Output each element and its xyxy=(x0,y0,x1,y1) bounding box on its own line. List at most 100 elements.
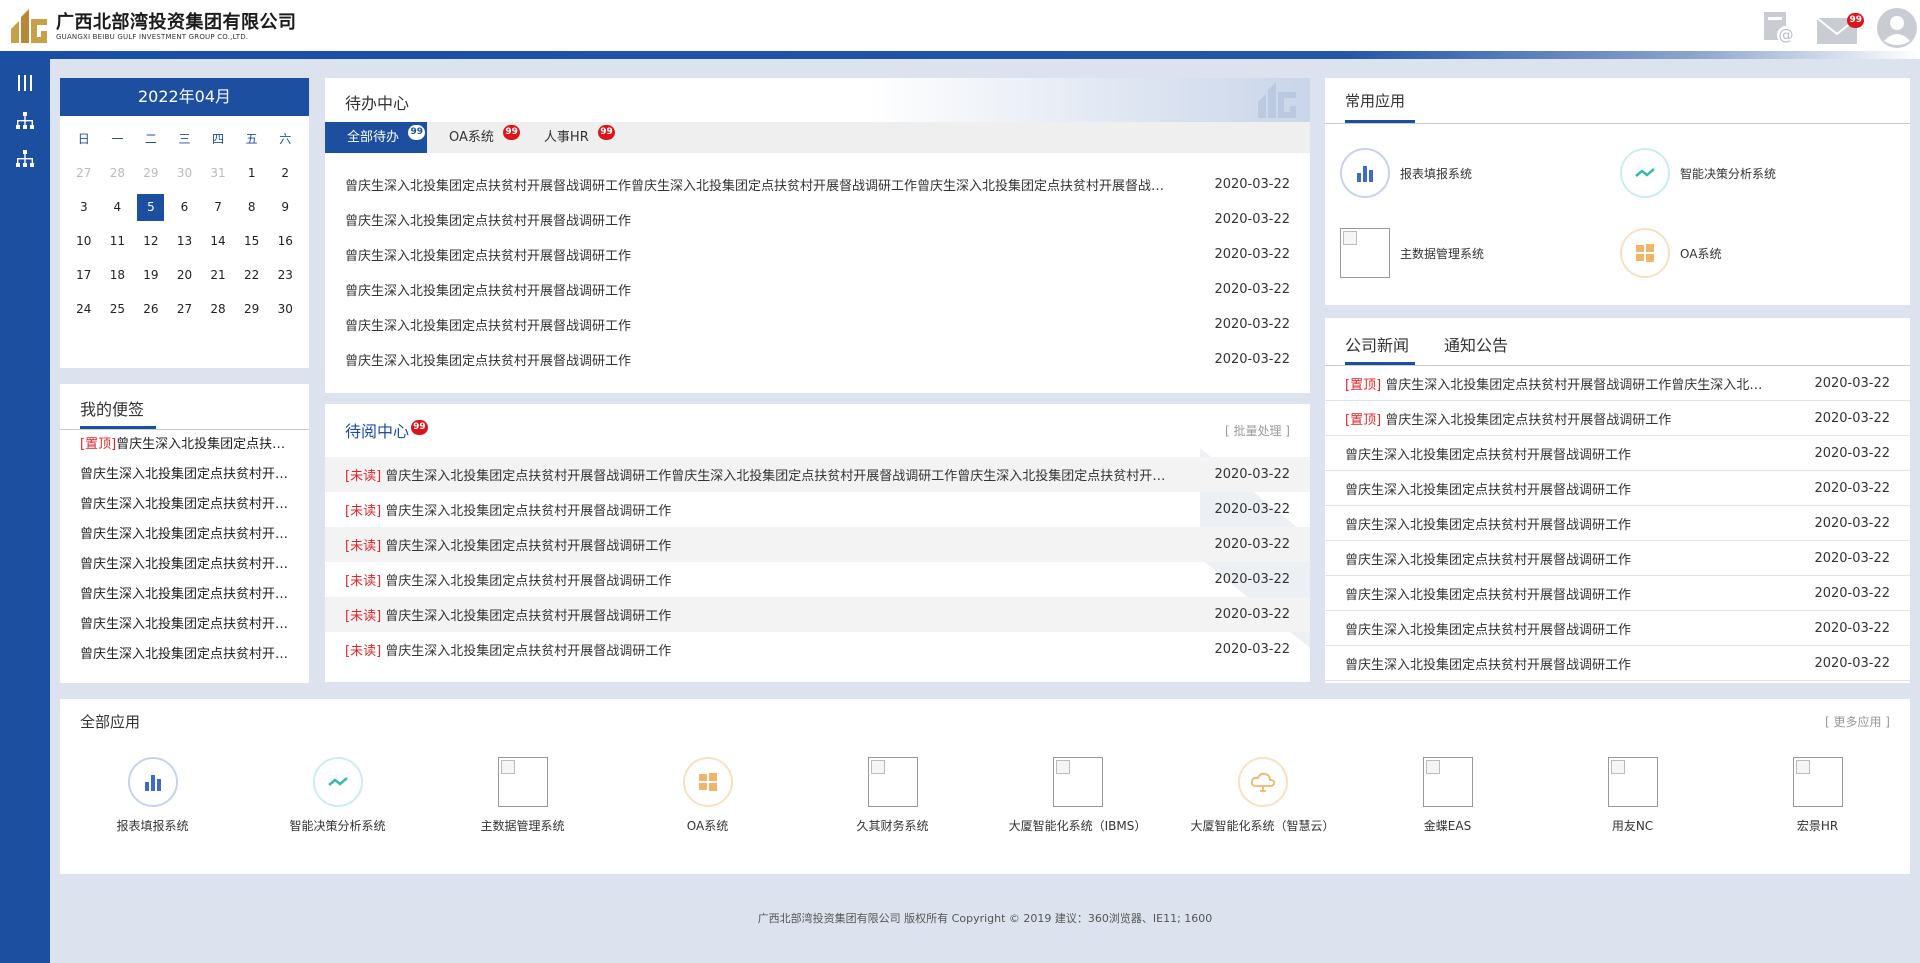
news-row[interactable]: [置顶] 曾庆生深入北投集团定点扶贫村开展督战调研工作曾庆生深入北投集团定点扶贫… xyxy=(1325,366,1910,401)
news-row[interactable]: 曾庆生深入北投集团定点扶贫村开展督战调研工作 2020-03-22 xyxy=(1325,576,1910,611)
note-item[interactable]: [置顶]曾庆生深入北投集团定点扶贫村开展督战调研工作 xyxy=(60,430,309,460)
todo-tab[interactable]: OA系统 99 xyxy=(427,122,522,153)
org-chart-icon[interactable] xyxy=(13,109,37,133)
calendar-day[interactable]: 27 xyxy=(168,292,202,326)
news-tab[interactable]: 公司新闻 xyxy=(1345,332,1409,356)
toread-row[interactable]: [未读] 曾庆生深入北投集团定点扶贫村开展督战调研工作 2020-03-22 xyxy=(325,562,1310,597)
email-at-icon: @ xyxy=(1764,12,1795,44)
app-item[interactable]: 久其财务系统 xyxy=(800,757,985,834)
weekday-label: 日 xyxy=(77,132,90,146)
common-app-item[interactable]: 报表填报系统 xyxy=(1340,148,1620,198)
toread-row[interactable]: [未读] 曾庆生深入北投集团定点扶贫村开展督战调研工作曾庆生深入北投集团定点扶贫… xyxy=(325,457,1310,492)
user-avatar-button[interactable] xyxy=(1876,7,1918,53)
broken-image-icon xyxy=(430,757,615,807)
note-item[interactable]: 曾庆生深入北投集团定点扶贫村开展督战调研工作 xyxy=(60,610,309,640)
calendar-day[interactable]: 12 xyxy=(134,224,168,258)
mail-button[interactable]: 99 xyxy=(1816,10,1864,50)
calendar-day[interactable]: 1 xyxy=(235,156,269,190)
calendar-day[interactable]: 9 xyxy=(268,190,302,224)
app-item[interactable]: 金蝶EAS xyxy=(1355,757,1540,834)
app-item[interactable]: 大厦智能化系统（智慧云） xyxy=(1170,757,1355,834)
news-row[interactable]: 曾庆生深入北投集团定点扶贫村开展督战调研工作 2020-03-22 xyxy=(1325,436,1910,471)
note-item[interactable]: 曾庆生深入北投集团定点扶贫村开展督战调研工作 xyxy=(60,490,309,520)
calendar-day[interactable]: 7 xyxy=(201,190,235,224)
calendar-day[interactable]: 23 xyxy=(268,258,302,292)
calendar-day[interactable]: 28 xyxy=(201,292,235,326)
calendar-day[interactable]: 25 xyxy=(101,292,135,326)
todo-tab[interactable]: 全部待办 99 xyxy=(325,122,428,153)
news-row[interactable]: 曾庆生深入北投集团定点扶贫村开展督战调研工作 2020-03-22 xyxy=(1325,611,1910,646)
common-app-item[interactable]: OA系统 xyxy=(1620,228,1900,278)
calendar-day[interactable]: 24 xyxy=(67,292,101,326)
common-app-item[interactable]: 主数据管理系统 xyxy=(1340,228,1620,278)
toread-row[interactable]: [未读] 曾庆生深入北投集团定点扶贫村开展督战调研工作 2020-03-22 xyxy=(325,597,1310,632)
more-apps-link[interactable]: [ 更多应用 ] xyxy=(1825,713,1890,730)
app-item[interactable]: 智能决策分析系统 xyxy=(245,757,430,834)
news-row[interactable]: [置顶] 曾庆生深入北投集团定点扶贫村开展督战调研工作 2020-03-22 xyxy=(1325,401,1910,436)
todo-row[interactable]: 曾庆生深入北投集团定点扶贫村开展督战调研工作 2020-03-22 xyxy=(325,307,1310,342)
app-item[interactable]: 宏景HR xyxy=(1725,757,1910,834)
toread-row-title: 曾庆生深入北投集团定点扶贫村开展督战调研工作 xyxy=(385,644,672,659)
calendar-month-title[interactable]: 2022年04月 xyxy=(60,78,309,116)
calendar-day[interactable]: 27 xyxy=(67,156,101,190)
calendar-day[interactable]: 18 xyxy=(101,258,135,292)
org-chart-icon[interactable] xyxy=(13,147,37,171)
todo-row[interactable]: 曾庆生深入北投集团定点扶贫村开展督战调研工作 2020-03-22 xyxy=(325,342,1310,377)
calendar-day[interactable]: 2 xyxy=(268,156,302,190)
note-item[interactable]: 曾庆生深入北投集团定点扶贫村开展督战调研工作 xyxy=(60,520,309,550)
calendar-day[interactable]: 19 xyxy=(134,258,168,292)
news-row[interactable]: 曾庆生深入北投集团定点扶贫村开展督战调研工作 2020-03-22 xyxy=(1325,506,1910,541)
batch-process-link[interactable]: [ 批量处理 ] xyxy=(1225,422,1290,439)
calendar-day[interactable]: 8 xyxy=(235,190,269,224)
news-tab[interactable]: 通知公告 xyxy=(1444,332,1508,356)
calendar-day[interactable]: 13 xyxy=(168,224,202,258)
news-row[interactable]: 曾庆生深入北投集团定点扶贫村开展督战调研工作 2020-03-22 xyxy=(1325,471,1910,506)
app-item[interactable]: OA系统 xyxy=(615,757,800,834)
calendar-day-number: 11 xyxy=(109,234,125,248)
calendar-today[interactable]: 5 xyxy=(134,190,168,224)
calendar-day[interactable]: 4 xyxy=(101,190,135,224)
all-apps-panel: 全部应用 [ 更多应用 ] 报表填报系统 智能决策分析系统 主数据管理系统 OA系统 久… xyxy=(60,699,1910,874)
common-app-item[interactable]: 智能决策分析系统 xyxy=(1620,148,1900,198)
news-row[interactable]: 曾庆生深入北投集团定点扶贫村开展督战调研工作 2020-03-22 xyxy=(1325,541,1910,576)
calendar-day[interactable]: 30 xyxy=(268,292,302,326)
calendar-day[interactable]: 31 xyxy=(201,156,235,190)
news-row[interactable]: 曾庆生深入北投集团定点扶贫村开展督战调研工作 2020-03-22 xyxy=(1325,646,1910,681)
todo-row[interactable]: 曾庆生深入北投集团定点扶贫村开展督战调研工作 2020-03-22 xyxy=(325,272,1310,307)
calendar-day[interactable]: 20 xyxy=(168,258,202,292)
email-settings-button[interactable]: @ xyxy=(1760,9,1798,51)
menu-bars-icon[interactable] xyxy=(13,71,37,95)
toread-row[interactable]: [未读] 曾庆生深入北投集团定点扶贫村开展督战调研工作 2020-03-22 xyxy=(325,492,1310,527)
calendar-day[interactable]: 11 xyxy=(101,224,135,258)
app-item[interactable]: 报表填报系统 xyxy=(60,757,245,834)
calendar-day-number: 19 xyxy=(143,268,159,282)
todo-row[interactable]: 曾庆生深入北投集团定点扶贫村开展督战调研工作 2020-03-22 xyxy=(325,202,1310,237)
calendar-day[interactable]: 16 xyxy=(268,224,302,258)
calendar-day[interactable]: 14 xyxy=(201,224,235,258)
calendar-day[interactable]: 29 xyxy=(134,156,168,190)
calendar-day[interactable]: 6 xyxy=(168,190,202,224)
calendar-day[interactable]: 29 xyxy=(235,292,269,326)
todo-row[interactable]: 曾庆生深入北投集团定点扶贫村开展督战调研工作 2020-03-22 xyxy=(325,237,1310,272)
note-item[interactable]: 曾庆生深入北投集团定点扶贫村开展督战调研工作 xyxy=(60,460,309,490)
todo-tab[interactable]: 人事HR 99 xyxy=(522,122,617,153)
calendar-day[interactable]: 22 xyxy=(235,258,269,292)
note-item[interactable]: 曾庆生深入北投集团定点扶贫村开展督战调研工作 xyxy=(60,640,309,670)
note-item[interactable]: 曾庆生深入北投集团定点扶贫村开展督战调研工作 xyxy=(60,550,309,580)
calendar-day[interactable]: 3 xyxy=(67,190,101,224)
calendar-day[interactable]: 28 xyxy=(101,156,135,190)
toread-row[interactable]: [未读] 曾庆生深入北投集团定点扶贫村开展督战调研工作 2020-03-22 xyxy=(325,632,1310,667)
calendar-day[interactable]: 26 xyxy=(134,292,168,326)
calendar-day[interactable]: 17 xyxy=(67,258,101,292)
app-item[interactable]: 大厦智能化系统（IBMS） xyxy=(985,757,1170,834)
calendar-day[interactable]: 10 xyxy=(67,224,101,258)
calendar-day[interactable]: 30 xyxy=(168,156,202,190)
app-item[interactable]: 主数据管理系统 xyxy=(430,757,615,834)
calendar-day[interactable]: 15 xyxy=(235,224,269,258)
note-item[interactable]: 曾庆生深入北投集团定点扶贫村开展督战调研工作 xyxy=(60,580,309,610)
toread-row[interactable]: [未读] 曾庆生深入北投集团定点扶贫村开展督战调研工作 2020-03-22 xyxy=(325,527,1310,562)
calendar-day[interactable]: 21 xyxy=(201,258,235,292)
company-logo[interactable]: 广西北部湾投资集团有限公司 GUANGXI BEIBU GULF INVESTM… xyxy=(9,7,297,47)
app-item[interactable]: 用友NC xyxy=(1540,757,1725,834)
todo-row[interactable]: 曾庆生深入北投集团定点扶贫村开展督战调研工作曾庆生深入北投集团定点扶贫村开展督战… xyxy=(325,167,1310,202)
